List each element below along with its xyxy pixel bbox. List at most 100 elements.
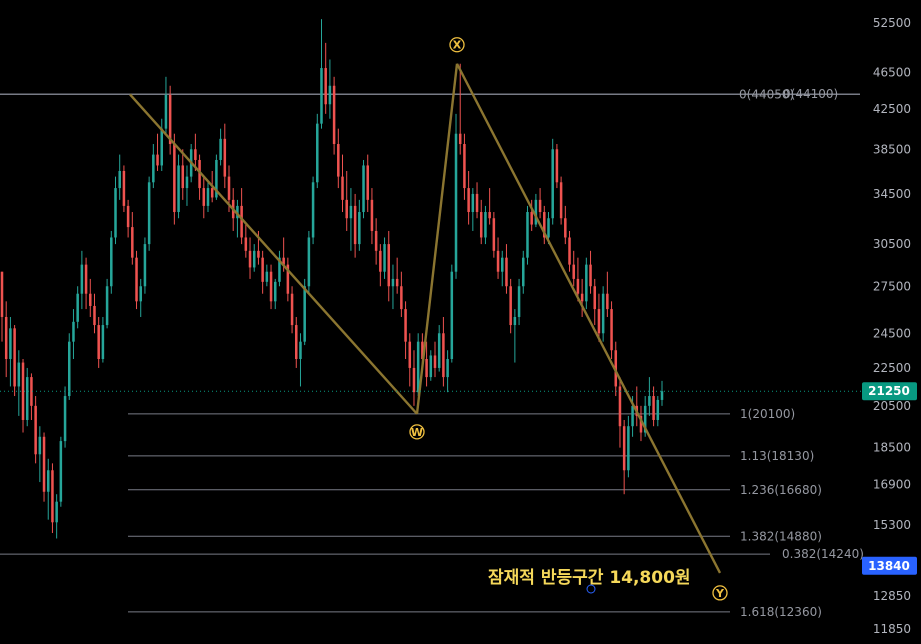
- candle-body: [223, 138, 227, 177]
- candle-body: [337, 144, 340, 177]
- candle-body: [110, 237, 113, 287]
- candle-body: [656, 399, 660, 420]
- y-tick-label: 24500: [873, 326, 911, 340]
- candle-body: [416, 341, 420, 393]
- candle-body: [206, 188, 210, 206]
- candle-body: [349, 205, 353, 219]
- fib-level-label: 1.236(16680): [740, 483, 822, 497]
- candle-body: [660, 391, 664, 400]
- candle-body: [442, 333, 445, 378]
- candle-body: [269, 271, 273, 302]
- price-badge-text: 13840: [868, 559, 910, 573]
- candlestick-chart[interactable]: 0(44050)0(44100)1(20100)1.13(18130)1.236…: [0, 0, 921, 644]
- candle-body: [526, 212, 529, 258]
- candle-body: [4, 316, 8, 359]
- candle-body: [332, 85, 336, 145]
- candle-body: [93, 305, 96, 326]
- candle-body: [105, 286, 109, 326]
- candle-body: [295, 325, 298, 359]
- candle-body: [63, 396, 67, 442]
- candle-body: [446, 358, 449, 378]
- candle-body: [496, 250, 500, 272]
- candle-body: [479, 212, 483, 238]
- candle-body: [316, 123, 319, 183]
- candle-body: [618, 386, 622, 427]
- candle-body: [160, 128, 164, 166]
- candle-body: [9, 328, 12, 359]
- candle-body: [433, 355, 437, 368]
- candle-body: [72, 321, 75, 342]
- candle-body: [622, 426, 626, 471]
- candle-body: [601, 293, 605, 334]
- candle-body: [505, 257, 508, 287]
- candle-body: [181, 165, 185, 189]
- candle-body: [118, 170, 121, 189]
- candle-body: [580, 293, 584, 302]
- candle-body: [328, 85, 332, 105]
- candle-body: [139, 286, 142, 302]
- candle-body: [131, 227, 134, 258]
- y-tick-label: 22500: [873, 361, 911, 375]
- candle-body: [219, 138, 222, 160]
- candle-body: [408, 341, 412, 368]
- candle-body: [25, 377, 29, 420]
- candle-body: [42, 436, 46, 492]
- candle-body: [341, 176, 344, 200]
- candle-body: [648, 396, 651, 406]
- candle-body: [126, 205, 130, 228]
- y-tick-label: 46500: [873, 65, 911, 79]
- candle-body: [475, 193, 479, 213]
- y-tick-label: 30500: [873, 237, 911, 251]
- candle-body: [252, 250, 256, 268]
- candle-body: [522, 257, 525, 287]
- y-tick-label: 20500: [873, 399, 911, 413]
- candle-body: [383, 244, 386, 272]
- candle-body: [500, 257, 504, 272]
- candle-body: [290, 293, 294, 326]
- candle-body: [51, 470, 54, 523]
- candle-body: [404, 309, 407, 342]
- wave-label-text: W: [411, 426, 423, 439]
- candle-body: [362, 165, 365, 213]
- candle-body: [324, 68, 327, 105]
- candle-body: [34, 405, 37, 455]
- candle-body: [412, 367, 416, 393]
- candle-body: [589, 264, 592, 287]
- candle-body: [194, 149, 197, 160]
- candle-body: [572, 264, 575, 279]
- candle-body: [135, 257, 138, 302]
- candle-body: [240, 205, 243, 238]
- fib-level-label: 1.382(14880): [740, 529, 822, 543]
- candle-body: [299, 341, 302, 359]
- candle-body: [311, 182, 315, 238]
- candle-body: [320, 68, 323, 124]
- candle-body: [458, 133, 462, 145]
- candle-body: [248, 250, 252, 268]
- candle-body: [185, 176, 189, 189]
- candle-body: [551, 149, 554, 219]
- candle-body: [303, 286, 306, 342]
- candle-body: [631, 405, 634, 427]
- candle-body: [21, 362, 25, 420]
- candle-body: [164, 94, 168, 129]
- candle-body: [101, 325, 105, 359]
- candle-body: [156, 154, 159, 166]
- candle-body: [370, 199, 374, 231]
- y-tick-label: 12850: [873, 589, 911, 603]
- fib-level-label: 0(44100): [783, 87, 838, 101]
- candle-body: [387, 244, 391, 287]
- candle-body: [555, 149, 559, 183]
- candle-body: [564, 218, 567, 238]
- candle-body: [152, 154, 155, 183]
- candle-body: [46, 470, 50, 492]
- candle-body: [261, 257, 264, 282]
- candle-body: [379, 250, 382, 272]
- candle-body: [210, 188, 214, 198]
- candle-body: [559, 182, 563, 219]
- candle-body: [80, 264, 84, 294]
- wave-label-text: Y: [715, 587, 725, 600]
- candle-body: [395, 278, 399, 287]
- y-tick-label: 18500: [873, 441, 911, 455]
- candle-body: [202, 188, 206, 206]
- candle-body: [400, 286, 403, 310]
